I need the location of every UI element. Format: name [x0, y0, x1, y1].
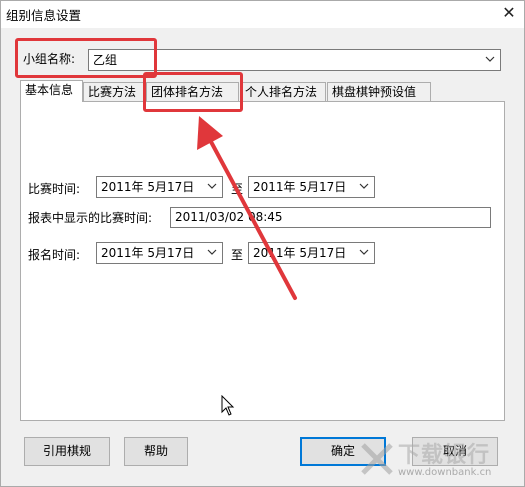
- chevron-down-icon[interactable]: [357, 177, 371, 197]
- tab-team-ranking[interactable]: 团体排名方法: [146, 82, 239, 101]
- tab-basic-info[interactable]: 基本信息: [20, 80, 83, 102]
- close-icon[interactable]: ✕: [499, 3, 519, 23]
- ok-button[interactable]: 确定: [300, 437, 386, 466]
- group-name-value: 乙组: [93, 53, 118, 67]
- watermark-url: www.downbank.cn: [398, 467, 492, 478]
- tab-individual-ranking[interactable]: 个人排名方法: [240, 82, 326, 101]
- tab-match-method[interactable]: 比赛方法: [83, 82, 145, 101]
- title-bar: 组别信息设置 ✕: [0, 0, 525, 28]
- cancel-button[interactable]: 取消: [412, 437, 498, 466]
- signup-time-label: 报名时间:: [28, 248, 81, 262]
- group-name-combo[interactable]: 乙组: [88, 49, 501, 71]
- group-name-label: 小组名称:: [23, 52, 76, 66]
- chevron-down-icon[interactable]: [357, 243, 371, 263]
- signup-start-value: 2011年 5月17日: [101, 246, 195, 260]
- annotation-arrow: [197, 116, 297, 300]
- match-start-value: 2011年 5月17日: [101, 180, 195, 194]
- reference-rules-button[interactable]: 引用棋规: [24, 437, 110, 466]
- help-button[interactable]: 帮助: [124, 437, 188, 466]
- mouse-cursor-icon: [221, 395, 235, 416]
- report-time-label: 报表中显示的比赛时间:: [28, 211, 153, 225]
- chevron-down-icon[interactable]: [483, 50, 497, 70]
- tab-board-clock[interactable]: 棋盘棋钟预设值: [327, 82, 431, 101]
- match-time-label: 比赛时间:: [28, 182, 81, 196]
- window-title: 组别信息设置: [6, 8, 82, 23]
